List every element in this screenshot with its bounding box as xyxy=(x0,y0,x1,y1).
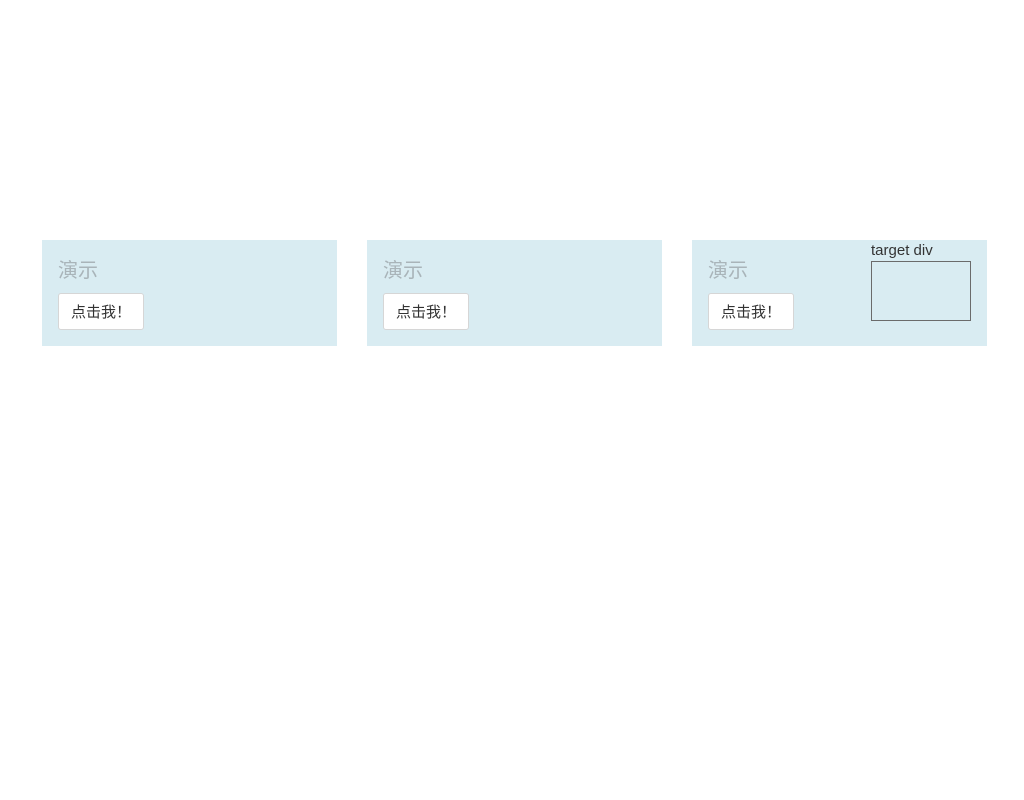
target-div-wrapper: target div xyxy=(871,240,971,321)
demo-container: 演示 点击我！ 演示 点击我！ 演示 点击我！ target div xyxy=(0,0,1024,346)
target-div-label: target div xyxy=(871,240,971,259)
click-me-button[interactable]: 点击我！ xyxy=(383,293,469,330)
click-me-button[interactable]: 点击我！ xyxy=(58,293,144,330)
demo-panel: 演示 点击我！ target div xyxy=(692,240,987,346)
panel-title: 演示 xyxy=(58,254,321,283)
demo-panel: 演示 点击我！ xyxy=(367,240,662,346)
click-me-button[interactable]: 点击我！ xyxy=(708,293,794,330)
demo-panel: 演示 点击我！ xyxy=(42,240,337,346)
panel-title: 演示 xyxy=(383,254,646,283)
target-div-box xyxy=(871,261,971,321)
